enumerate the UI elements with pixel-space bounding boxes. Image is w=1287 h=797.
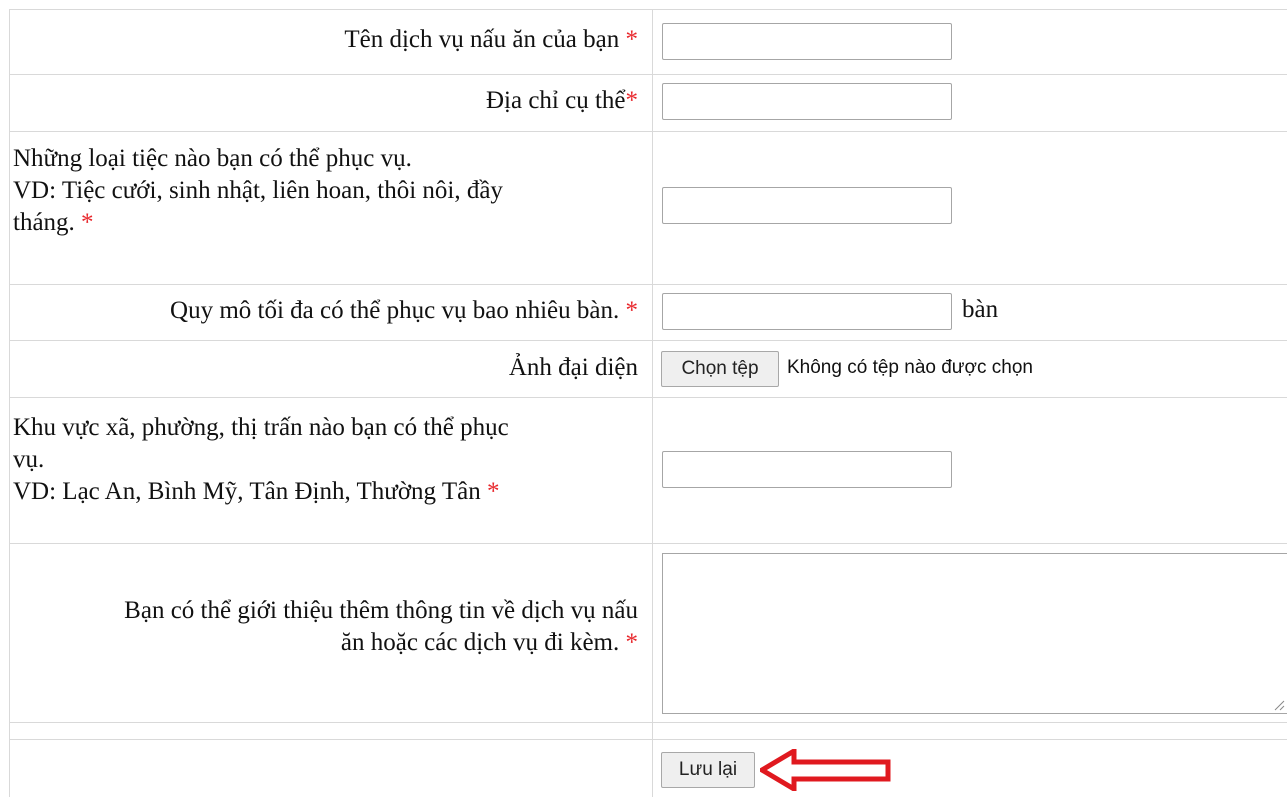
spacer-cell xyxy=(10,723,653,739)
save-row-label-cell xyxy=(10,740,653,797)
save-button[interactable]: Lưu lại xyxy=(661,752,755,788)
intro-textarea[interactable] xyxy=(662,553,1287,714)
max-scale-label-text: Quy mô tối đa có thể phục vụ bao nhiêu b… xyxy=(170,297,620,324)
row-party-types: Những loại tiệc nào bạn có thể phục vụ. … xyxy=(10,132,1287,285)
row-service-name: Tên dịch vụ nấu ăn của bạn * xyxy=(10,10,1287,75)
intro-label: Bạn có thể giới thiệu thêm thông tin về … xyxy=(10,544,653,722)
areas-label-line1: Khu vực xã, phường, thị trấn nào bạn có … xyxy=(13,414,509,441)
party-types-label-line1: Những loại tiệc nào bạn có thể phục vụ. xyxy=(13,145,412,172)
areas-label-line3: VD: Lạc An, Bình Mỹ, Tân Định, Thường Tâ… xyxy=(13,476,652,508)
row-spacer xyxy=(10,723,1287,740)
required-marker: * xyxy=(625,297,639,324)
areas-label: Khu vực xã, phường, thị trấn nào bạn có … xyxy=(10,398,653,543)
intro-label-line1: Bạn có thể giới thiệu thêm thông tin về … xyxy=(124,597,638,624)
max-scale-input[interactable] xyxy=(662,293,952,330)
red-arrow-left-icon xyxy=(760,749,891,791)
areas-label-line3-text: VD: Lạc An, Bình Mỹ, Tân Định, Thường Tâ… xyxy=(13,478,481,505)
party-types-label-line3: tháng. * xyxy=(13,207,652,239)
address-label-text: Địa chỉ cụ thể xyxy=(485,87,626,114)
avatar-label-text: Ảnh đại diện xyxy=(508,354,638,381)
service-name-label-text: Tên dịch vụ nấu ăn của bạn xyxy=(344,26,620,53)
areas-label-line2: vụ. xyxy=(13,446,45,473)
required-marker: * xyxy=(625,87,639,114)
intro-label-line2-text: ăn hoặc các dịch vụ đi kèm. xyxy=(340,629,620,656)
row-max-scale: Quy mô tối đa có thể phục vụ bao nhiêu b… xyxy=(10,285,1287,341)
party-types-label-line3-text: tháng. xyxy=(13,209,75,236)
row-avatar: Ảnh đại diện Chọn tệp Không có tệp nào đ… xyxy=(10,341,1287,398)
party-types-input[interactable] xyxy=(662,187,952,224)
areas-input[interactable] xyxy=(662,451,952,488)
row-address: Địa chỉ cụ thể* xyxy=(10,75,1287,132)
required-marker: * xyxy=(486,478,500,505)
party-types-label: Những loại tiệc nào bạn có thể phục vụ. … xyxy=(10,132,653,284)
table-unit-label: bàn xyxy=(962,296,999,323)
party-types-label-line2: VD: Tiệc cưới, sinh nhật, liên hoan, thô… xyxy=(13,177,503,204)
choose-file-button[interactable]: Chọn tệp xyxy=(661,351,779,387)
max-scale-label: Quy mô tối đa có thể phục vụ bao nhiêu b… xyxy=(10,285,653,340)
required-marker: * xyxy=(625,629,639,656)
address-label: Địa chỉ cụ thể* xyxy=(10,75,653,131)
service-name-label: Tên dịch vụ nấu ăn của bạn * xyxy=(10,10,653,74)
resize-grip-icon[interactable] xyxy=(1273,699,1285,711)
service-name-input[interactable] xyxy=(662,23,952,60)
row-areas: Khu vực xã, phường, thị trấn nào bạn có … xyxy=(10,398,1287,544)
file-status-text: Không có tệp nào được chọn xyxy=(787,357,1033,378)
registration-form: Tên dịch vụ nấu ăn của bạn * Địa chỉ cụ … xyxy=(9,9,1287,797)
intro-label-line2: ăn hoặc các dịch vụ đi kèm. * xyxy=(10,627,638,659)
avatar-label: Ảnh đại diện xyxy=(10,341,653,397)
row-intro: Bạn có thể giới thiệu thêm thông tin về … xyxy=(10,544,1287,723)
required-marker: * xyxy=(625,26,639,53)
address-input[interactable] xyxy=(662,83,952,120)
required-marker: * xyxy=(81,209,94,236)
row-save: Lưu lại xyxy=(10,740,1287,797)
